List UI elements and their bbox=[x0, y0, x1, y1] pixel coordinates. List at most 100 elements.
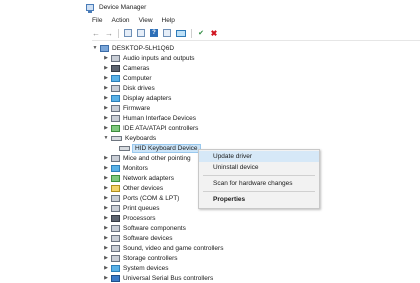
tree-item-label: Computer bbox=[123, 74, 152, 82]
chevron-right-icon[interactable]: ▶ bbox=[103, 215, 109, 221]
tree-item-system-devices[interactable]: ▶ System devices bbox=[103, 263, 169, 273]
tree-root[interactable]: ▼ DESKTOP-5LH1Q6D bbox=[92, 43, 174, 53]
context-scan-hardware[interactable]: Scan for hardware changes bbox=[199, 178, 319, 189]
tree-item-cameras[interactable]: ▶ Cameras bbox=[103, 63, 149, 73]
tree-item-storage-controllers[interactable]: ▶ Storage controllers bbox=[103, 253, 178, 263]
tree-item-label: Keyboards bbox=[125, 134, 157, 142]
context-update-driver[interactable]: Update driver bbox=[199, 151, 319, 162]
context-properties[interactable]: Properties bbox=[199, 194, 319, 205]
chevron-right-icon[interactable]: ▶ bbox=[103, 95, 109, 101]
chevron-right-icon[interactable]: ▶ bbox=[103, 105, 109, 111]
chevron-right-icon[interactable]: ▶ bbox=[103, 65, 109, 71]
chevron-right-icon[interactable]: ▶ bbox=[103, 175, 109, 181]
tree-item-usb-controllers[interactable]: ▶ Universal Serial Bus controllers bbox=[103, 273, 213, 283]
chevron-right-icon[interactable]: ▶ bbox=[103, 205, 109, 211]
chevron-right-icon[interactable]: ▶ bbox=[103, 265, 109, 271]
tree-item-hid-keyboard-device[interactable]: HID Keyboard Device bbox=[119, 143, 201, 153]
chevron-right-icon[interactable]: ▶ bbox=[103, 245, 109, 251]
speaker-icon bbox=[111, 244, 120, 252]
tree-item-label: Software devices bbox=[123, 234, 173, 242]
monitor-icon bbox=[111, 164, 120, 172]
tree-item-label: Other devices bbox=[123, 184, 164, 192]
chevron-right-icon[interactable]: ▶ bbox=[103, 55, 109, 61]
chevron-right-icon[interactable]: ▶ bbox=[103, 235, 109, 241]
chevron-right-icon[interactable]: ▶ bbox=[103, 185, 109, 191]
tree-item-mice[interactable]: ▶ Mice and other pointing bbox=[103, 153, 191, 163]
tree-root-label: DESKTOP-5LH1Q6D bbox=[112, 44, 175, 52]
chevron-right-icon[interactable]: ▶ bbox=[103, 255, 109, 261]
tree-item-display-adapters[interactable]: ▶ Display adapters bbox=[103, 93, 171, 103]
system-device-icon bbox=[111, 264, 120, 272]
tree-item-software-devices[interactable]: ▶ Software devices bbox=[103, 233, 173, 243]
back-arrow-icon[interactable]: ← bbox=[92, 28, 100, 38]
mouse-icon bbox=[111, 154, 120, 162]
tree-item-ports[interactable]: ▶ Ports (COM & LPT) bbox=[103, 193, 179, 203]
monitor-icon bbox=[111, 74, 120, 82]
network-adapter-icon bbox=[111, 174, 120, 182]
context-separator bbox=[203, 191, 315, 192]
help-button[interactable]: ? bbox=[150, 28, 158, 38]
chevron-right-icon[interactable]: ▶ bbox=[103, 75, 109, 81]
chevron-right-icon[interactable]: ▶ bbox=[103, 165, 109, 171]
scan-hardware-button[interactable] bbox=[176, 28, 186, 38]
firmware-chip-icon bbox=[111, 104, 120, 112]
tree-item-label: Cameras bbox=[123, 64, 150, 72]
tree-item-sound-video[interactable]: ▶ Sound, video and game controllers bbox=[103, 243, 223, 253]
tree-item-software-components[interactable]: ▶ Software components bbox=[103, 223, 186, 233]
context-menu: Update driver Uninstall device Scan for … bbox=[198, 149, 320, 209]
uninstall-device-icon[interactable]: ✖ bbox=[210, 28, 218, 38]
computer-icon bbox=[100, 44, 109, 52]
chevron-down-icon[interactable]: ▼ bbox=[92, 45, 98, 51]
properties-button[interactable] bbox=[137, 28, 145, 38]
title-bar: Device Manager bbox=[86, 0, 420, 14]
tree-item-firmware[interactable]: ▶ Firmware bbox=[103, 103, 150, 113]
menu-action[interactable]: Action bbox=[111, 17, 129, 24]
tree-item-label: System devices bbox=[123, 264, 169, 272]
show-hide-console-tree-button[interactable] bbox=[124, 28, 132, 38]
chevron-right-icon[interactable]: ▶ bbox=[103, 85, 109, 91]
menu-bar: File Action View Help bbox=[92, 14, 184, 26]
tree-item-other-devices[interactable]: ▶ Other devices bbox=[103, 183, 163, 193]
tree-item-hid[interactable]: ▶ Human Interface Devices bbox=[103, 113, 196, 123]
chevron-right-icon[interactable]: ▶ bbox=[103, 195, 109, 201]
device-manager-icon bbox=[86, 3, 94, 13]
tree-item-label: Audio inputs and outputs bbox=[123, 54, 195, 62]
tree-item-label: Software components bbox=[123, 224, 186, 232]
tree-item-print-queues[interactable]: ▶ Print queues bbox=[103, 203, 160, 213]
tree-item-ide[interactable]: ▶ IDE ATA/ATAPI controllers bbox=[103, 123, 198, 133]
menu-view[interactable]: View bbox=[139, 17, 153, 24]
tree-item-monitors[interactable]: ▶ Monitors bbox=[103, 163, 148, 173]
tree-item-network-adapters[interactable]: ▶ Network adapters bbox=[103, 173, 174, 183]
printer-icon bbox=[111, 204, 120, 212]
camera-icon bbox=[111, 64, 120, 72]
toolbar: ← → ? ✔ ✖ bbox=[92, 27, 420, 39]
tree-item-label: Disk drives bbox=[123, 84, 155, 92]
context-uninstall-device[interactable]: Uninstall device bbox=[199, 162, 319, 173]
menu-help[interactable]: Help bbox=[162, 17, 175, 24]
chevron-down-icon[interactable]: ▼ bbox=[103, 135, 109, 141]
chevron-right-icon[interactable]: ▶ bbox=[103, 115, 109, 121]
chevron-right-icon[interactable]: ▶ bbox=[103, 275, 109, 281]
tree-item-label: Print queues bbox=[123, 204, 160, 212]
tree-item-label: Monitors bbox=[123, 164, 148, 172]
unknown-device-icon bbox=[111, 184, 120, 192]
monitor-scan-icon bbox=[176, 29, 186, 37]
menu-file[interactable]: File bbox=[92, 17, 102, 24]
tree-item-disk-drives[interactable]: ▶ Disk drives bbox=[103, 83, 155, 93]
tree-item-computer[interactable]: ▶ Computer bbox=[103, 73, 152, 83]
enable-device-icon[interactable]: ✔ bbox=[197, 28, 205, 38]
action-pane-button[interactable] bbox=[163, 28, 171, 38]
tree-item-processors[interactable]: ▶ Processors bbox=[103, 213, 156, 223]
ide-controller-icon bbox=[111, 124, 120, 132]
chevron-right-icon[interactable]: ▶ bbox=[103, 225, 109, 231]
tree-item-label: HID Keyboard Device bbox=[132, 143, 201, 153]
chevron-right-icon[interactable]: ▶ bbox=[103, 155, 109, 161]
chevron-right-icon[interactable]: ▶ bbox=[103, 125, 109, 131]
tree-item-label: Firmware bbox=[123, 104, 151, 112]
software-device-icon bbox=[111, 234, 120, 242]
forward-arrow-icon[interactable]: → bbox=[105, 28, 113, 38]
processor-icon bbox=[111, 214, 120, 222]
tree-item-audio[interactable]: ▶ Audio inputs and outputs bbox=[103, 53, 195, 63]
tree-item-label: Display adapters bbox=[123, 94, 172, 102]
tree-item-keyboards[interactable]: ▼ Keyboards bbox=[103, 133, 157, 143]
